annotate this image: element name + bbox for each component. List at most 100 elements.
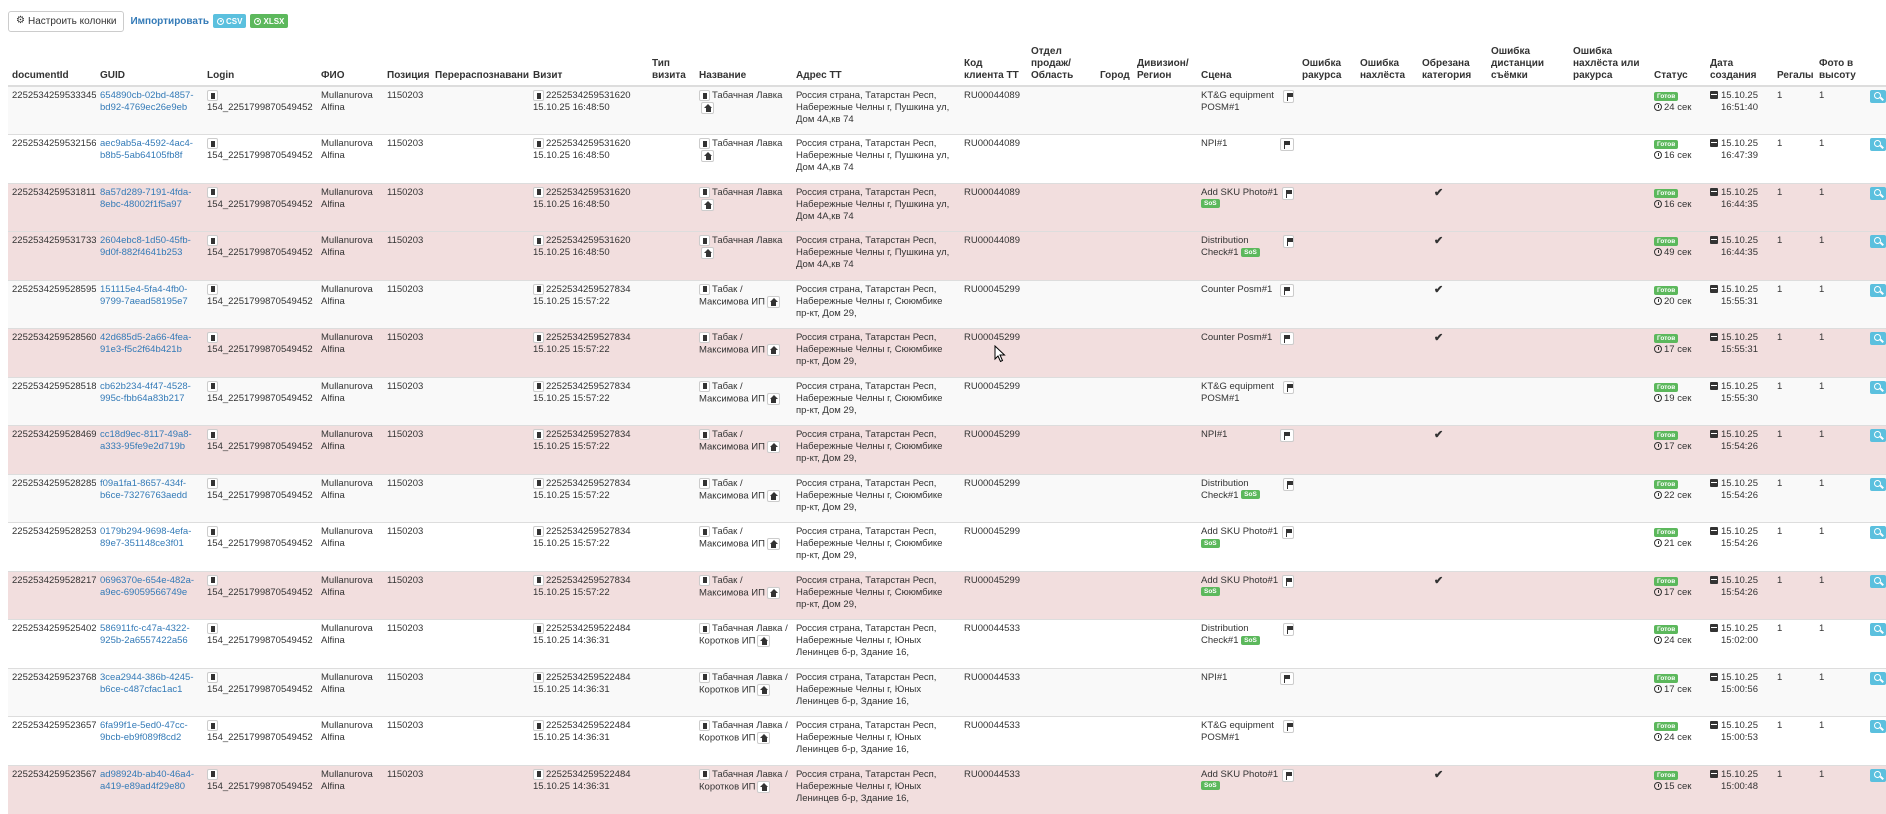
cell-guid[interactable]: cc18d9ec-8117-49a8-a333-95fe9e2d719b [96, 425, 203, 474]
document-icon[interactable] [533, 574, 544, 586]
import-xlsx-button[interactable]: XLSX [250, 14, 289, 28]
cell-guid[interactable]: 42d685d5-2a66-4fea-91e3-f5c2f64b421b [96, 328, 203, 377]
document-icon[interactable] [699, 768, 710, 780]
home-icon[interactable] [757, 780, 771, 793]
document-icon[interactable] [207, 90, 218, 101]
document-icon[interactable] [699, 477, 710, 489]
cell-guid[interactable]: 654890cb-02bd-4857-bd92-4769ec26e9eb [96, 85, 203, 135]
table-row[interactable]: 2252534259528285 f09a1fa1-8657-434f-b6ce-… [8, 473, 1886, 523]
search-icon[interactable] [1870, 186, 1886, 200]
table-row[interactable]: 2252534259531811 8a57d289-7191-4fda-8ebc-… [8, 182, 1886, 232]
document-icon[interactable] [533, 235, 544, 246]
flag-icon[interactable] [1280, 138, 1294, 151]
column-header-scene[interactable]: Сцена [1197, 46, 1298, 87]
flag-icon[interactable] [1280, 332, 1294, 345]
home-icon[interactable] [757, 683, 771, 696]
column-header-name[interactable]: Название [695, 46, 792, 87]
document-icon[interactable] [533, 623, 544, 634]
table-row[interactable]: 2252534259528217 0696370e-654e-482a-a9ec-… [8, 570, 1886, 620]
table-row[interactable]: 2252534259532156 aec9ab5a-4592-4ac4-b8b5-… [8, 134, 1886, 183]
home-icon[interactable] [701, 150, 714, 163]
column-header-status[interactable]: Статус [1650, 46, 1706, 87]
document-icon[interactable] [207, 283, 218, 295]
home-icon[interactable] [766, 538, 780, 551]
column-header-photo-h[interactable]: Фото в высоту [1815, 46, 1870, 87]
guid-link[interactable]: 2604ebc8-1d50-45fb-9d0f-882f4641b253 [100, 235, 191, 258]
home-icon[interactable] [766, 295, 780, 308]
guid-link[interactable]: cc18d9ec-8117-49a8-a333-95fe9e2d719b [100, 429, 192, 452]
search-icon[interactable] [1870, 235, 1886, 248]
document-icon[interactable] [207, 720, 218, 731]
search-icon[interactable] [1870, 623, 1886, 636]
column-header-fio[interactable]: ФИО [317, 46, 383, 87]
search-icon[interactable] [1870, 768, 1886, 782]
column-header-overlap-angle-err[interactable]: Ошибка нахлёста или ракурса [1569, 46, 1650, 87]
column-header-cut-cat[interactable]: Обрезана категория [1418, 46, 1487, 87]
flag-icon[interactable] [1282, 235, 1294, 248]
document-icon[interactable] [533, 332, 544, 343]
cell-guid[interactable]: 2604ebc8-1d50-45fb-9d0f-882f4641b253 [96, 231, 203, 280]
guid-link[interactable]: f09a1fa1-8657-434f-b6ce-73276763aedd [100, 478, 187, 501]
cell-guid[interactable]: 3cea2944-386b-4245-b6ce-c487cfac1ac1 [96, 667, 203, 717]
guid-link[interactable]: 3cea2944-386b-4245-b6ce-c487cfac1ac1 [100, 672, 194, 695]
search-icon[interactable] [1870, 720, 1886, 733]
flag-icon[interactable] [1283, 380, 1294, 394]
search-icon[interactable] [1870, 90, 1886, 103]
document-icon[interactable] [533, 186, 544, 198]
document-icon[interactable] [533, 380, 544, 392]
document-icon[interactable] [533, 477, 544, 489]
guid-link[interactable]: cb62b234-4f47-4528-995c-fbb64a83b217 [100, 381, 191, 404]
flag-icon[interactable] [1282, 526, 1294, 539]
search-icon[interactable] [1870, 332, 1886, 345]
flag-icon[interactable] [1280, 429, 1294, 442]
column-header-client-code[interactable]: Код клиента ТТ [960, 46, 1027, 87]
flag-icon[interactable] [1282, 768, 1294, 782]
cell-guid[interactable]: 8a57d289-7191-4fda-8ebc-48002f1f5a97 [96, 182, 203, 232]
column-header-created[interactable]: Дата создания [1706, 46, 1773, 87]
document-icon[interactable] [533, 768, 544, 780]
guid-link[interactable]: aec9ab5a-4592-4ac4-b8b5-5ab64105fb8f [100, 138, 193, 161]
home-icon[interactable] [766, 586, 780, 599]
document-icon[interactable] [207, 429, 218, 440]
column-header-visit-type[interactable]: Тип визита [648, 46, 695, 87]
document-icon[interactable] [207, 138, 218, 149]
cell-guid[interactable]: 0179b294-9698-4efa-89e7-351148ce3f01 [96, 522, 203, 571]
guid-link[interactable]: 151115e4-5fa4-4fb0-9799-7aead58195e7 [100, 284, 188, 307]
cell-guid[interactable]: 151115e4-5fa4-4fb0-9799-7aead58195e7 [96, 279, 203, 329]
document-icon[interactable] [699, 90, 710, 101]
flag-icon[interactable] [1283, 720, 1294, 733]
home-icon[interactable] [701, 102, 714, 115]
column-header-rerec[interactable]: Перераспознавание [431, 46, 529, 87]
document-icon[interactable] [207, 380, 218, 392]
document-icon[interactable] [699, 623, 710, 634]
guid-link[interactable]: 6fa99f1e-5ed0-47cc-9bcb-eb9f089f8cd2 [100, 720, 188, 743]
search-icon[interactable] [1870, 283, 1886, 297]
document-icon[interactable] [207, 574, 218, 586]
table-row[interactable]: 2252534259528595 151115e4-5fa4-4fb0-9799-… [8, 279, 1886, 329]
table-row[interactable]: 2252534259523768 3cea2944-386b-4245-b6ce-… [8, 667, 1886, 717]
home-icon[interactable] [766, 489, 780, 502]
document-icon[interactable] [699, 526, 710, 537]
table-row[interactable]: 2252534259523567 ad98924b-ab40-46a4-a419-… [8, 764, 1886, 814]
document-icon[interactable] [533, 138, 544, 149]
flag-icon[interactable] [1282, 186, 1294, 200]
document-icon[interactable] [699, 138, 710, 149]
column-header-position[interactable]: Позиция [383, 46, 431, 87]
document-icon[interactable] [699, 380, 710, 392]
table-row[interactable]: 2252534259523657 6fa99f1e-5ed0-47cc-9bcb-… [8, 716, 1886, 765]
document-icon[interactable] [699, 332, 710, 343]
flag-icon[interactable] [1282, 574, 1294, 588]
document-icon[interactable] [207, 235, 218, 246]
search-icon[interactable] [1870, 138, 1886, 151]
column-header-city[interactable]: Город [1096, 46, 1133, 87]
search-icon[interactable] [1870, 477, 1886, 491]
table-row[interactable]: 2252534259531733 2604ebc8-1d50-45fb-9d0f-… [8, 231, 1886, 280]
table-row[interactable]: 2252534259525402 586911fc-c47a-4322-925b-… [8, 619, 1886, 668]
column-header-guid[interactable]: GUID [96, 46, 203, 87]
document-icon[interactable] [699, 574, 710, 586]
guid-link[interactable]: ad98924b-ab40-46a4-a419-e89ad4f29e80 [100, 769, 194, 792]
document-icon[interactable] [533, 283, 544, 295]
table-row[interactable]: 2252534259533345 654890cb-02bd-4857-bd92-… [8, 85, 1886, 135]
flag-icon[interactable] [1280, 671, 1294, 685]
column-header-shelves[interactable]: Регалы [1773, 46, 1815, 87]
